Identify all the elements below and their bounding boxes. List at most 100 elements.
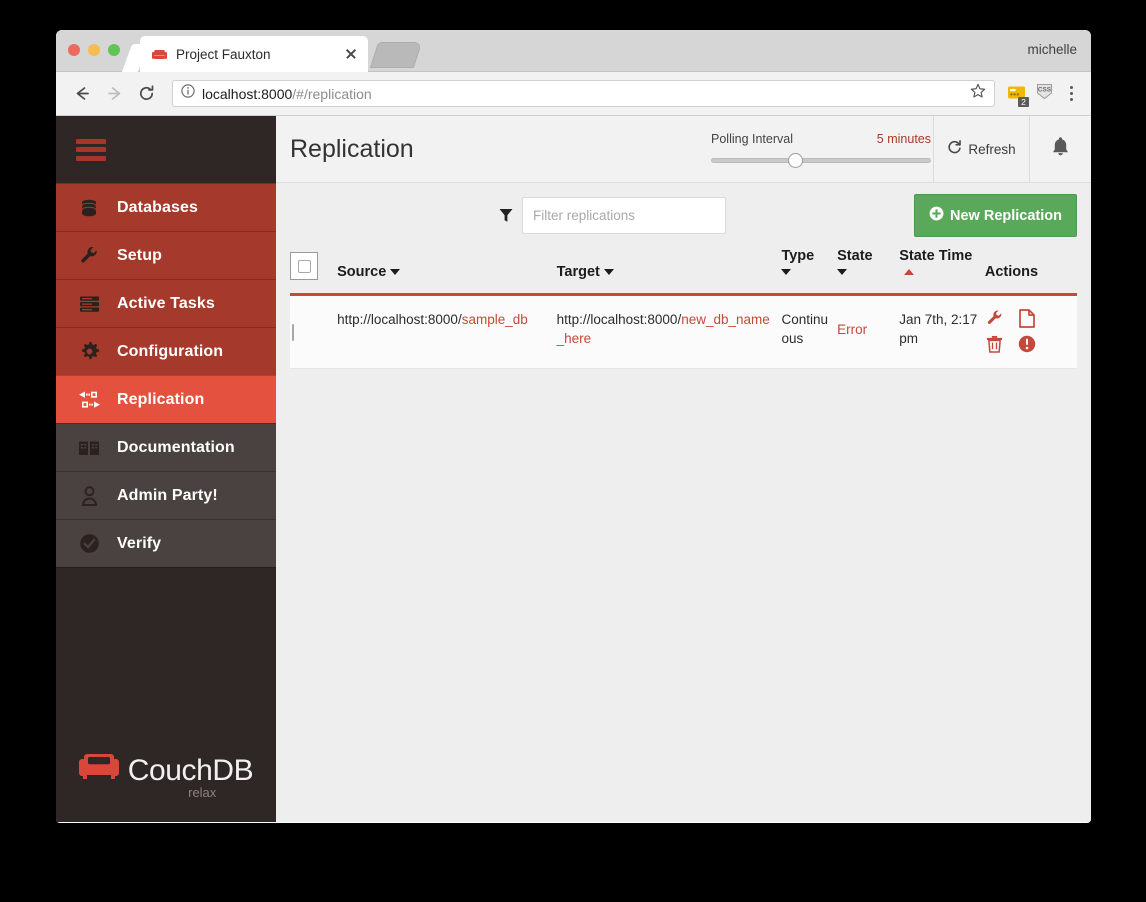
sidebar-item-label: Replication xyxy=(117,390,205,408)
error-circle-icon[interactable] xyxy=(1017,334,1037,354)
maximize-window-button[interactable] xyxy=(108,44,120,56)
address-bar-url: localhost:8000/#/replication xyxy=(202,86,372,102)
sidebar-item-replication[interactable]: Replication xyxy=(56,375,276,423)
select-all-checkbox[interactable] xyxy=(290,252,318,280)
refresh-button[interactable]: Refresh xyxy=(933,116,1029,182)
browser-menu-button[interactable] xyxy=(1063,84,1079,104)
database-icon xyxy=(77,196,101,220)
sidebar-item-admin-party[interactable]: Admin Party! xyxy=(56,471,276,519)
browser-tab-title: Project Fauxton xyxy=(176,46,271,62)
browser-profile-name[interactable]: michelle xyxy=(1027,42,1077,57)
document-icon[interactable] xyxy=(1017,308,1037,328)
target-prefix: http://localhost:8000/ xyxy=(556,312,682,327)
column-header-label: Actions xyxy=(984,264,1039,280)
column-header-state[interactable]: State xyxy=(837,248,899,295)
cell-source: http://localhost:8000/sample_db xyxy=(337,295,557,369)
replications-table: Source Target Type State State Time Acti… xyxy=(290,248,1077,369)
browser-tabstrip: Project Fauxton michelle xyxy=(56,30,1091,72)
refresh-label: Refresh xyxy=(968,141,1016,157)
sidebar: Databases Setup Active Tasks Configurati… xyxy=(56,116,276,822)
couch-sofa-icon xyxy=(78,751,119,786)
polling-interval-value: 5 minutes xyxy=(876,131,931,146)
bell-icon xyxy=(1051,136,1070,162)
forward-button[interactable] xyxy=(100,80,128,108)
svg-text:CSS: CSS xyxy=(1038,86,1052,93)
table-header-row: Source Target Type State State Time Acti… xyxy=(290,248,1077,295)
column-header-label: State xyxy=(837,248,873,264)
trash-icon[interactable] xyxy=(985,334,1005,354)
minimize-window-button[interactable] xyxy=(88,44,100,56)
filter-replications-input[interactable] xyxy=(522,197,726,234)
row-select-cell xyxy=(290,295,337,369)
back-button[interactable] xyxy=(68,80,96,108)
checkbox-box xyxy=(297,259,311,273)
new-replication-label: New Replication xyxy=(950,207,1062,224)
sidebar-item-label: Verify xyxy=(117,534,162,552)
chevron-down-icon xyxy=(390,269,401,276)
couchdb-wordmark: CouchDB xyxy=(127,754,254,787)
plus-circle-icon xyxy=(929,206,944,225)
filter-icon[interactable] xyxy=(499,208,513,223)
column-header-label: State Time xyxy=(899,248,973,264)
gear-icon xyxy=(77,340,101,364)
couchdb-tagline: relax xyxy=(188,785,217,800)
polling-interval-slider[interactable] xyxy=(711,152,931,168)
cell-target: http://localhost:8000/new_db_name_here xyxy=(557,295,782,369)
window-controls xyxy=(68,44,120,56)
reload-button[interactable] xyxy=(132,80,160,108)
book-icon xyxy=(77,436,101,460)
column-header-state-time[interactable]: State Time xyxy=(899,248,985,295)
filter-group xyxy=(499,197,726,234)
new-replication-button[interactable]: New Replication xyxy=(914,194,1077,237)
chevron-down-icon xyxy=(781,269,792,276)
column-header-target[interactable]: Target xyxy=(557,248,782,295)
slider-handle[interactable] xyxy=(787,152,803,168)
source-prefix: http://localhost:8000/ xyxy=(337,312,462,327)
column-header-source[interactable]: Source xyxy=(337,248,557,295)
replications-table-area: Source Target Type State State Time Acti… xyxy=(276,248,1091,369)
sidebar-item-active-tasks[interactable]: Active Tasks xyxy=(56,279,276,327)
close-tab-button[interactable] xyxy=(342,45,360,63)
polling-interval-control: Polling Interval 5 minutes xyxy=(711,116,933,182)
table-head: Source Target Type State State Time Acti… xyxy=(290,248,1077,295)
browser-tab[interactable]: Project Fauxton xyxy=(140,36,368,72)
close-window-button[interactable] xyxy=(68,44,80,56)
row-checkbox[interactable] xyxy=(292,323,294,341)
sidebar-item-verify[interactable]: Verify xyxy=(56,519,276,567)
sidebar-item-documentation[interactable]: Documentation xyxy=(56,423,276,471)
hamburger-menu-icon[interactable] xyxy=(76,138,106,161)
source-db-name: sample_db xyxy=(461,312,528,327)
sidebar-item-configuration[interactable]: Configuration xyxy=(56,327,276,375)
wrench-icon[interactable] xyxy=(985,308,1005,328)
css-extension-icon[interactable]: CSS xyxy=(1035,82,1054,106)
extension-icon[interactable]: 2 xyxy=(1007,84,1029,107)
column-header-label: Source xyxy=(337,264,387,280)
select-all-header xyxy=(290,248,337,295)
bookmark-star-icon[interactable] xyxy=(970,83,986,104)
sidebar-item-setup[interactable]: Setup xyxy=(56,231,276,279)
sidebar-item-label: Active Tasks xyxy=(117,294,215,312)
address-bar[interactable]: localhost:8000/#/replication xyxy=(172,80,995,107)
table-toolbar: New Replication xyxy=(276,183,1091,248)
browser-extensions: 2 CSS xyxy=(1005,82,1079,107)
column-header-type[interactable]: Type xyxy=(781,248,837,295)
column-header-label: Target xyxy=(556,264,600,280)
refresh-icon xyxy=(947,140,962,158)
browser-window: Project Fauxton michelle localhost:8000/… xyxy=(56,30,1091,823)
sidebar-brandbar xyxy=(56,116,276,183)
notifications-button[interactable] xyxy=(1029,116,1091,182)
new-tab-button[interactable] xyxy=(369,42,423,68)
sidebar-item-databases[interactable]: Databases xyxy=(56,183,276,231)
extension-badge-count: 2 xyxy=(1018,97,1029,107)
table-row[interactable]: http://localhost:8000/sample_db http://l… xyxy=(290,294,1077,369)
sidebar-item-label: Configuration xyxy=(117,342,224,360)
slider-track xyxy=(711,157,931,163)
sidebar-item-label: Documentation xyxy=(117,438,235,456)
site-info-icon[interactable] xyxy=(181,84,195,103)
couchdb-logo: CouchDB relax xyxy=(56,751,276,800)
chevron-down-icon xyxy=(603,269,614,276)
column-header-label: Type xyxy=(781,248,815,264)
table-body: http://localhost:8000/sample_db http://l… xyxy=(290,294,1077,369)
page-title: Replication xyxy=(290,134,414,163)
wrench-icon xyxy=(77,244,101,268)
